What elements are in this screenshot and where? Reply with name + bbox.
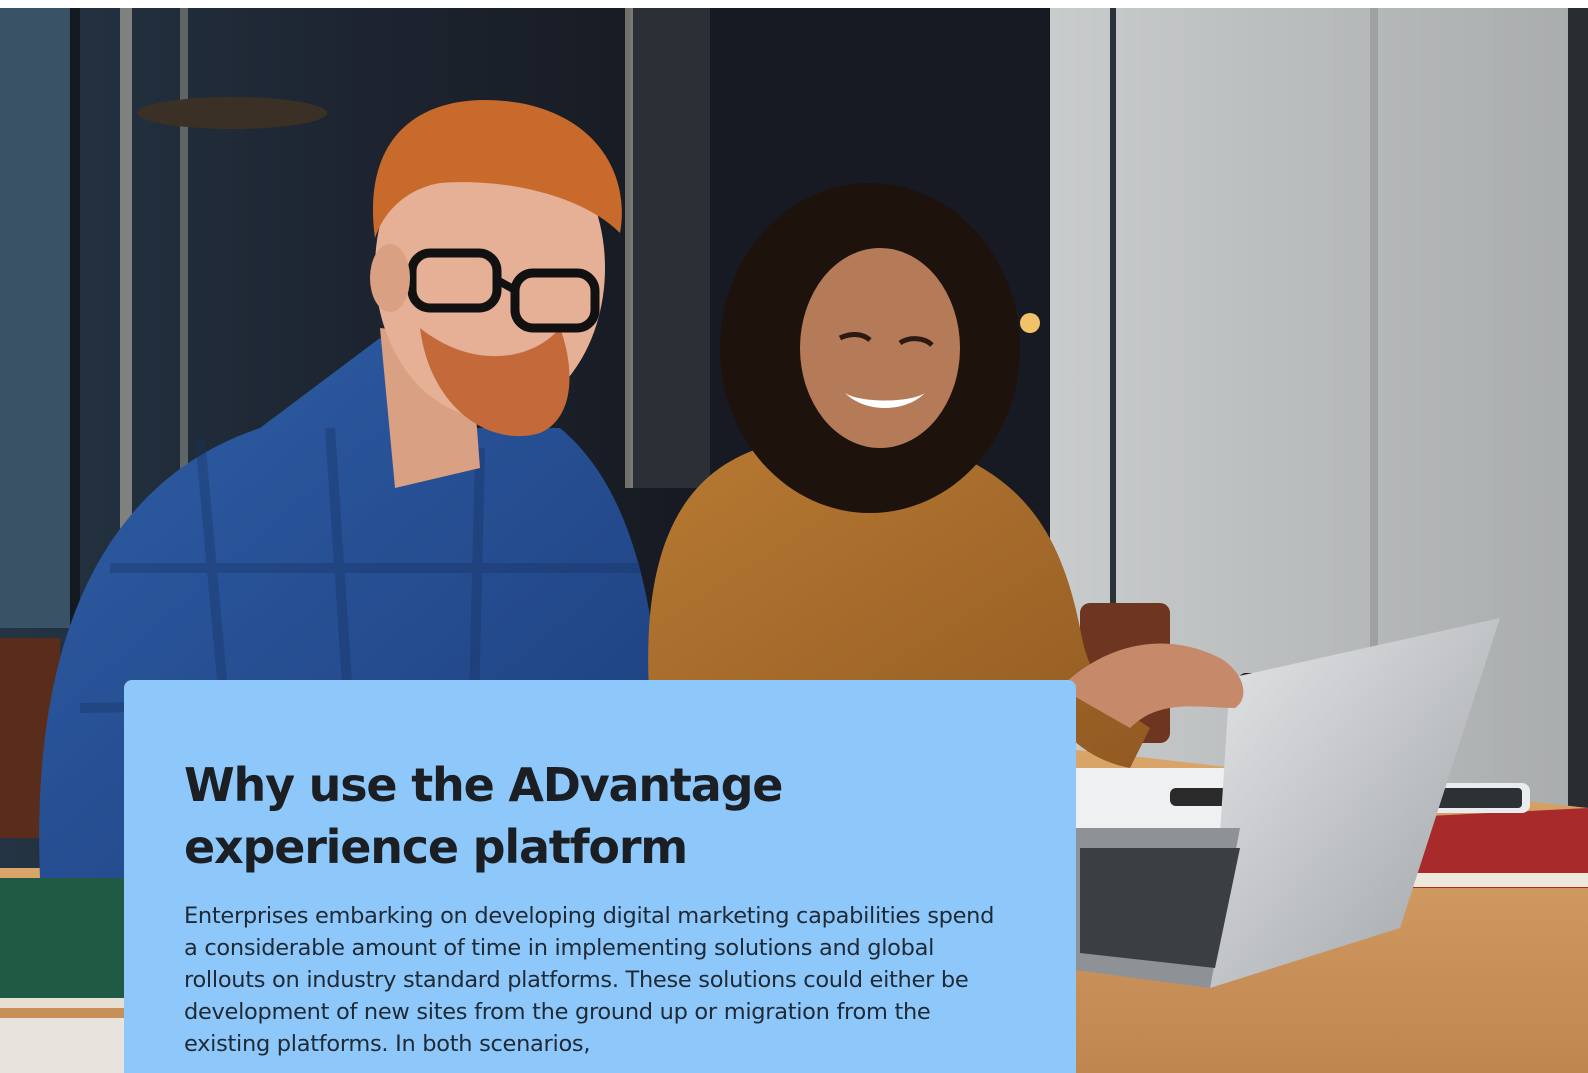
card-title: Why use the ADvantage experience platfor… — [184, 758, 783, 874]
info-card: Why use the ADvantage experience platfor… — [124, 680, 1076, 1073]
page: Why use the ADvantage experience platfor… — [0, 0, 1588, 1073]
card-body-text: Enterprises embarking on developing digi… — [184, 903, 995, 1057]
